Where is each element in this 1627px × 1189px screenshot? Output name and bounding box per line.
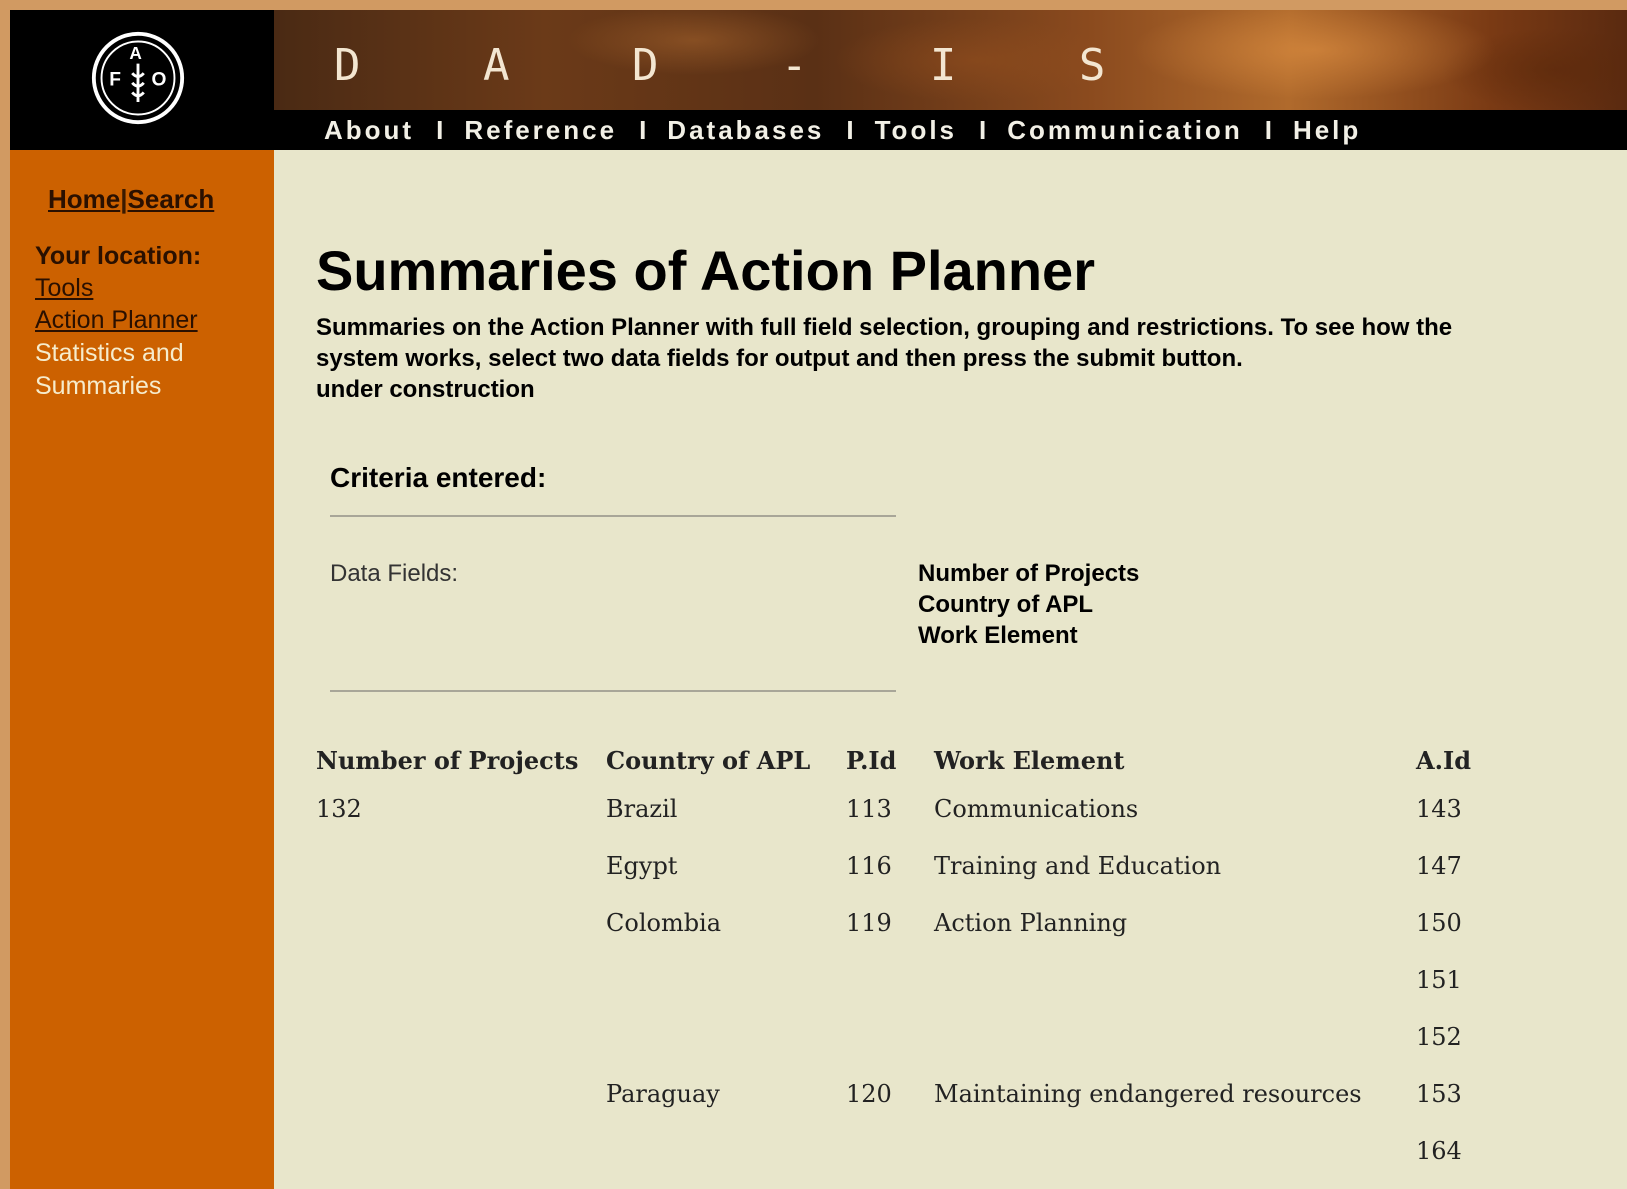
table-cell	[846, 951, 934, 1008]
table-cell	[606, 1122, 846, 1179]
nav-reference[interactable]: Reference	[464, 115, 617, 146]
table-row: Egypt 116 Training and Education 147	[316, 837, 1536, 894]
table-cell: 147	[1416, 851, 1462, 880]
intro-line: Summaries on the Action Planner with ful…	[316, 314, 1453, 372]
table-row: 132 Brazil 113 Communications 143	[316, 780, 1536, 837]
home-link[interactable]: Home	[48, 184, 120, 214]
criteria-heading: Criteria entered:	[330, 462, 547, 493]
nav-databases[interactable]: Databases	[667, 115, 824, 146]
table-header-row: Number of Projects Country of APL P.Id W…	[316, 740, 1536, 780]
table-cell	[606, 1008, 846, 1065]
table-cell	[934, 1122, 1416, 1179]
column-header: Country of APL	[606, 745, 811, 775]
under-construction-note: under construction	[316, 376, 535, 403]
nav-separator: I	[846, 114, 857, 145]
fao-logo-icon[interactable]: F A O	[90, 30, 186, 126]
table-row: 151	[316, 951, 1536, 1008]
table-cell: Communications	[934, 794, 1139, 823]
table-cell: Paraguay	[606, 1079, 720, 1108]
breadcrumb-tools-link[interactable]: Tools	[35, 274, 93, 302]
table-cell: 119	[846, 908, 892, 937]
site-title: D A D - I S	[334, 40, 1154, 91]
table-cell: Brazil	[606, 794, 678, 823]
table-cell	[846, 1008, 934, 1065]
nav-separator: I	[436, 114, 447, 145]
page-title: Summaries of Action Planner	[316, 239, 1095, 302]
table-cell	[316, 894, 606, 951]
svg-text:A: A	[129, 43, 142, 63]
divider	[330, 690, 896, 692]
results-table: Number of Projects Country of APL P.Id W…	[316, 740, 1536, 1179]
search-link[interactable]: Search	[128, 184, 215, 214]
table-cell: 164	[1416, 1136, 1462, 1165]
table-cell: 116	[846, 851, 892, 880]
table-cell	[316, 1122, 606, 1179]
table-cell: 143	[1416, 794, 1462, 823]
nav-separator: I	[979, 114, 990, 145]
data-fields-label: Data Fields:	[330, 560, 459, 587]
table-cell: 152	[1416, 1022, 1462, 1051]
breadcrumb-current: Statistics and Summaries	[35, 339, 184, 400]
location-label: Your location:	[35, 242, 202, 270]
table-row: Paraguay 120 Maintaining endangered reso…	[316, 1065, 1536, 1122]
nav-about[interactable]: About	[324, 115, 414, 146]
table-row: 164	[316, 1122, 1536, 1179]
logo-area: F A O	[10, 10, 274, 150]
intro-text: Summaries on the Action Planner with ful…	[316, 312, 1516, 405]
table-row: 152	[316, 1008, 1536, 1065]
table-cell	[316, 1065, 606, 1122]
table-cell	[606, 951, 846, 1008]
table-cell: 113	[846, 794, 892, 823]
nav-separator: I	[1264, 114, 1275, 145]
table-row: Colombia 119 Action Planning 150	[316, 894, 1536, 951]
column-header: Number of Projects	[316, 745, 579, 775]
table-cell: 151	[1416, 965, 1462, 994]
column-header: A.Id	[1416, 745, 1471, 775]
table-cell: 150	[1416, 908, 1462, 937]
data-field-item: Country of APL	[918, 591, 1094, 618]
page-frame: F A O D A D - I S About I Reference I Da…	[10, 10, 1627, 1189]
divider	[330, 515, 896, 517]
header-banner: D A D - I S	[274, 10, 1627, 110]
data-field-item: Number of Projects	[918, 560, 1140, 587]
table-cell	[316, 951, 606, 1008]
table-cell: Maintaining endangered resources	[934, 1079, 1362, 1108]
table-cell: Egypt	[606, 851, 678, 880]
data-fields-list: Number of Projects Country of APL Work E…	[918, 558, 1139, 651]
table-cell	[934, 1008, 1416, 1065]
nav-separator: I	[639, 114, 650, 145]
table-cell: Action Planning	[934, 908, 1128, 937]
table-cell	[316, 1008, 606, 1065]
nav-tools[interactable]: Tools	[875, 115, 957, 146]
table-cell	[846, 1122, 934, 1179]
data-field-item: Work Element	[918, 622, 1078, 649]
home-search-links: Home|Search	[48, 184, 214, 215]
link-separator: |	[120, 184, 128, 214]
table-cell: 153	[1416, 1079, 1462, 1108]
breadcrumb-action-planner-link[interactable]: Action Planner	[35, 306, 198, 334]
main-nav: About I Reference I Databases I Tools I …	[274, 110, 1627, 150]
table-cell	[934, 951, 1416, 1008]
column-header: P.Id	[846, 745, 897, 775]
breadcrumb-item: Tools	[35, 274, 93, 303]
table-cell: Colombia	[606, 908, 722, 937]
table-cell: 120	[846, 1079, 892, 1108]
nav-help[interactable]: Help	[1293, 115, 1361, 146]
breadcrumb-item: Action Planner	[35, 306, 198, 335]
svg-text:O: O	[151, 70, 166, 91]
column-header: Work Element	[934, 745, 1125, 775]
table-cell: Training and Education	[934, 851, 1222, 880]
table-cell	[316, 837, 606, 894]
nav-communication[interactable]: Communication	[1007, 115, 1242, 146]
sidebar: Home|Search Your location: Tools Action …	[10, 150, 274, 1189]
table-cell: 132	[316, 794, 362, 823]
svg-text:F: F	[109, 70, 121, 91]
